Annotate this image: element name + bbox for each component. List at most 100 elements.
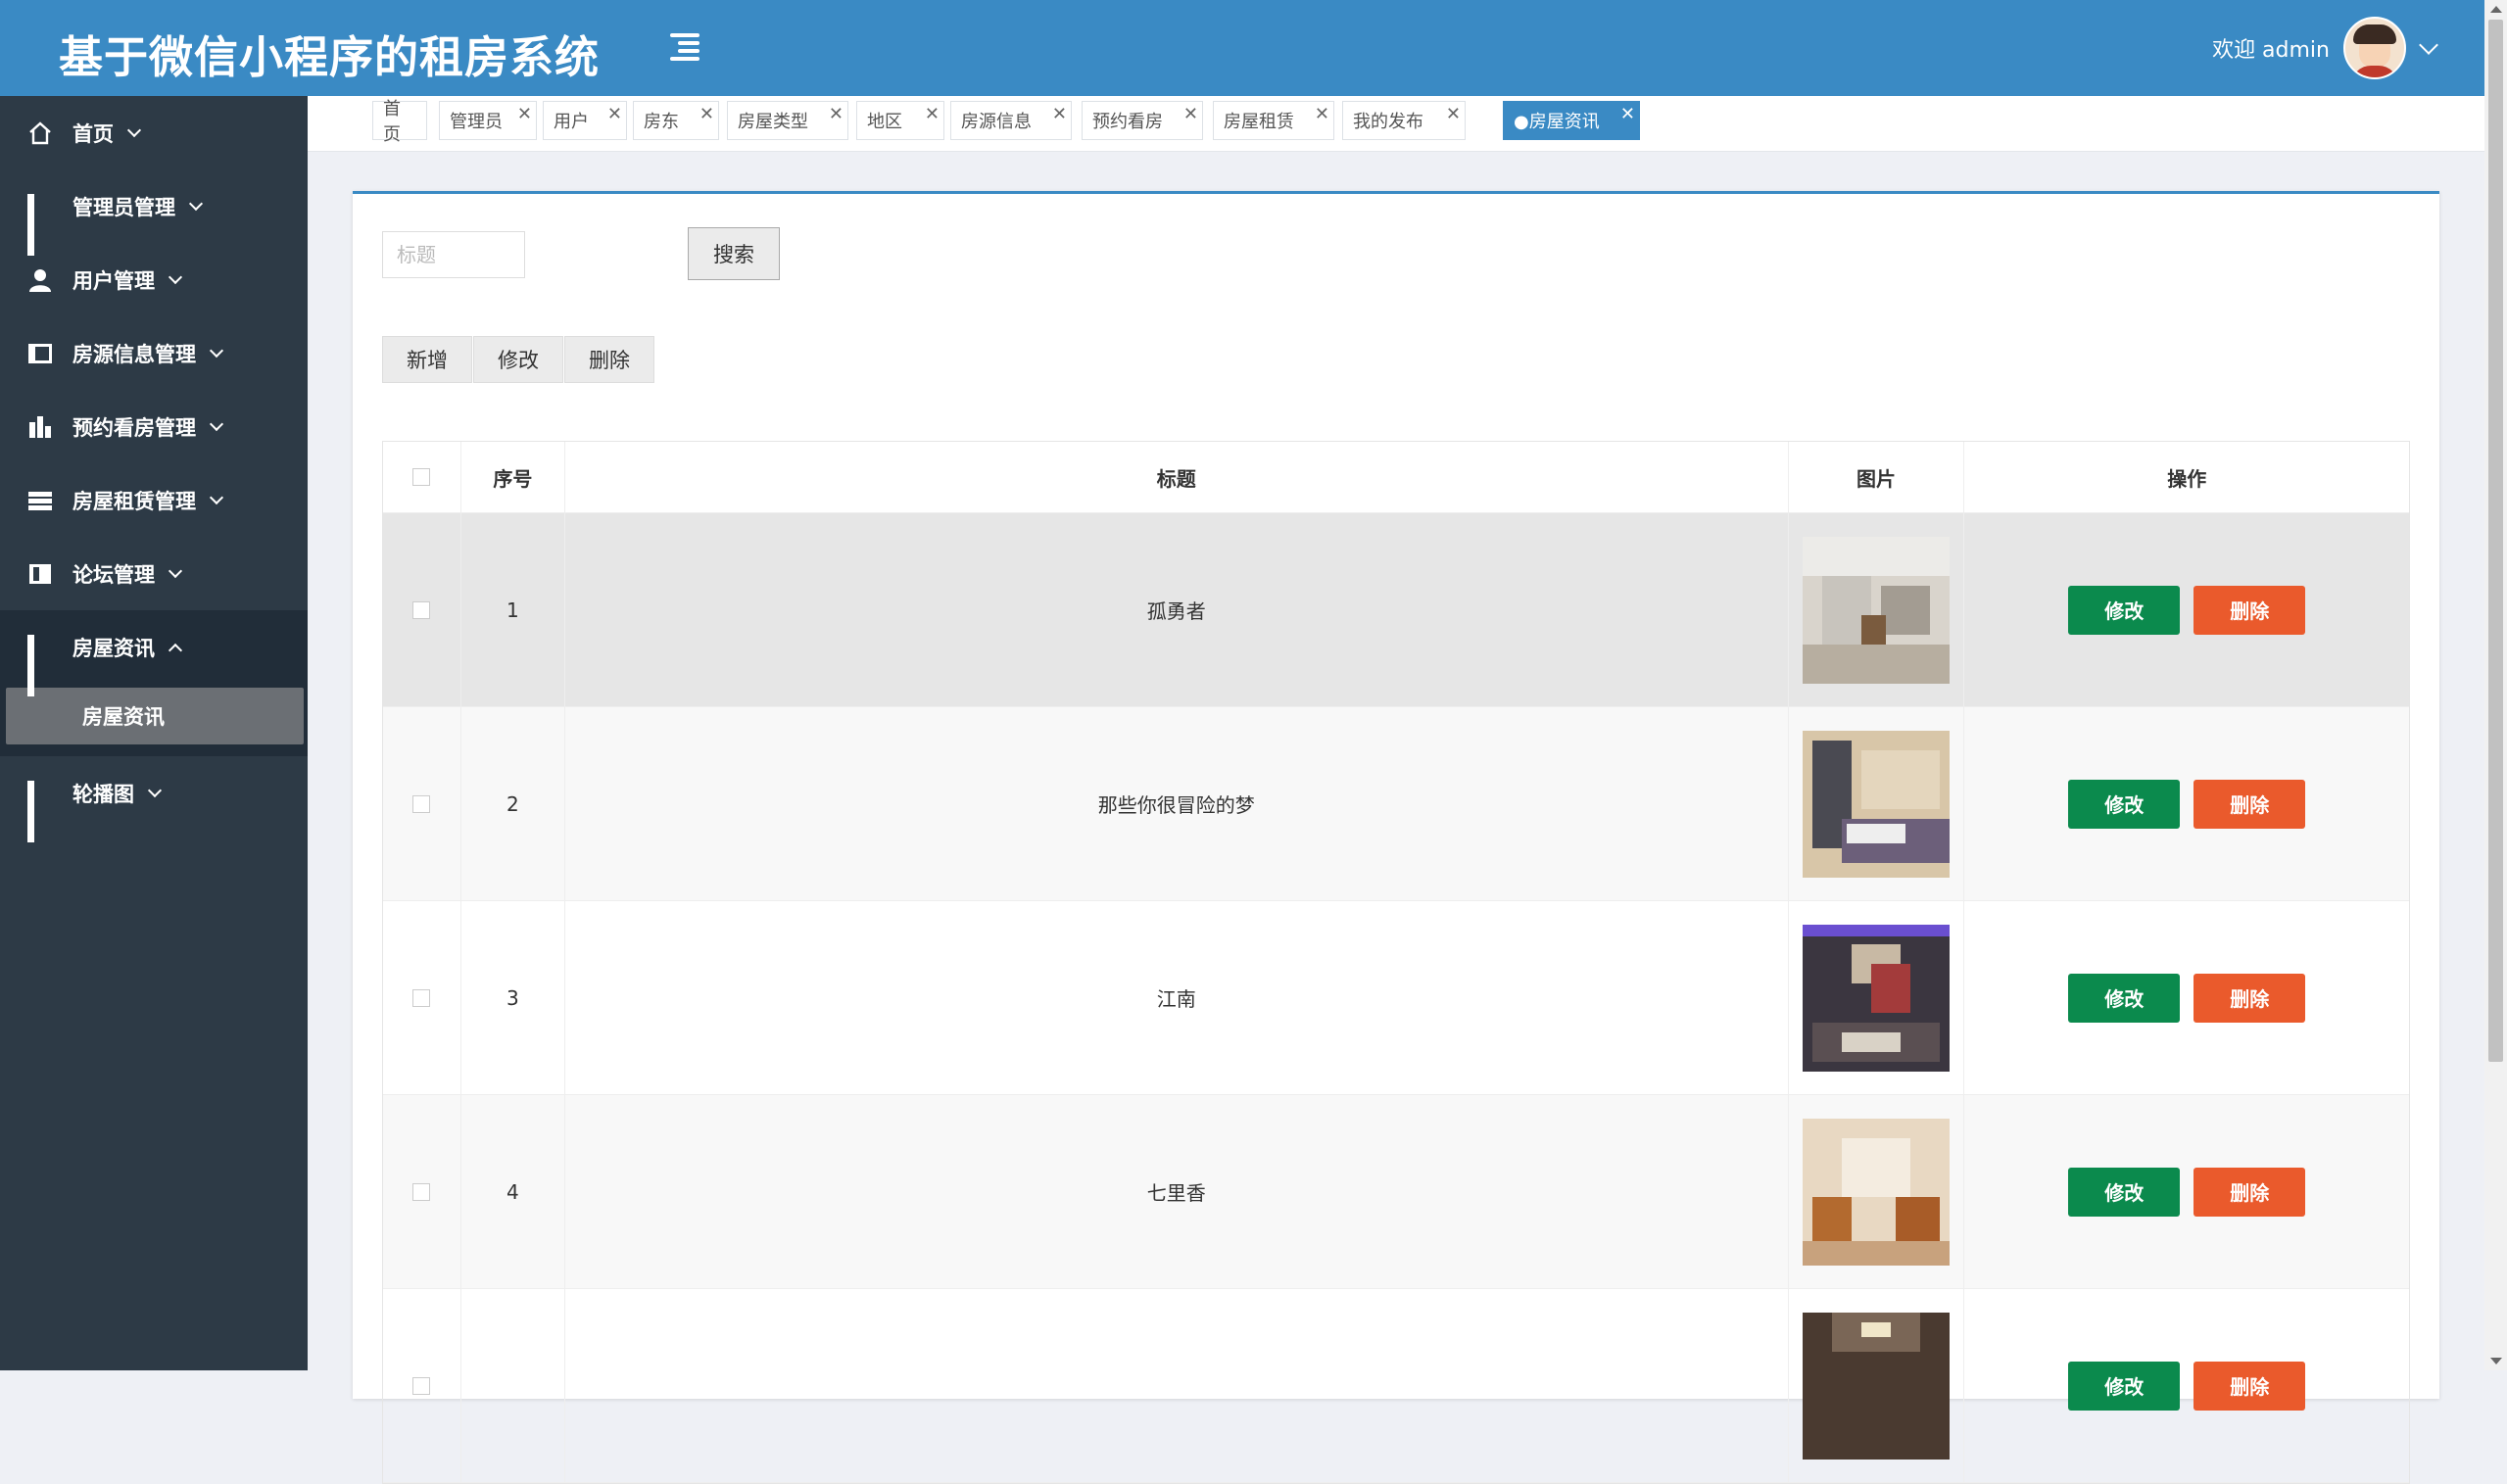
- tab-my-posts[interactable]: 我的发布 ✕: [1342, 101, 1466, 140]
- user-icon: [27, 267, 53, 293]
- sidebar-item-label: 房屋租赁管理: [72, 489, 196, 513]
- row-edit-button[interactable]: 修改: [2068, 1167, 2181, 1217]
- close-icon[interactable]: ✕: [1183, 104, 1198, 124]
- table-header: 序号 标题 图片 操作: [383, 442, 2409, 513]
- table-row[interactable]: 4 七里香 修改 删除: [383, 1095, 2409, 1289]
- sidebar-item-label: 轮播图: [72, 782, 134, 806]
- tab-listing-info[interactable]: 房源信息 ✕: [950, 101, 1072, 140]
- tab-rental[interactable]: 房屋租赁 ✕: [1213, 101, 1334, 140]
- row-number: 4: [461, 1095, 565, 1288]
- row-edit-button[interactable]: 修改: [2068, 1361, 2181, 1411]
- tab-house-type[interactable]: 房屋类型 ✕: [727, 101, 848, 140]
- welcome-text: 欢迎 admin: [2212, 38, 2330, 63]
- app-title: 基于微信小程序的租房系统: [59, 31, 601, 83]
- row-delete-button[interactable]: 删除: [2194, 585, 2306, 635]
- tab-landlord[interactable]: 房东 ✕: [633, 101, 719, 140]
- action-button-group: 新增 修改 删除: [382, 336, 655, 383]
- tab-viewing[interactable]: 预约看房 ✕: [1082, 101, 1203, 140]
- table-row[interactable]: 2 那些你很冒险的梦 修改 删除: [383, 707, 2409, 901]
- select-all-checkbox[interactable]: [412, 468, 431, 486]
- tab-news[interactable]: ●房屋资讯 ✕: [1503, 101, 1640, 140]
- sidebar-item-label: 首页: [72, 121, 114, 146]
- chevron-down-icon: [188, 196, 204, 211]
- sidebar-item-listings[interactable]: 房源信息管理: [0, 316, 308, 390]
- user-menu[interactable]: 欢迎 admin: [2212, 14, 2438, 82]
- tab-label: 房东: [644, 112, 679, 132]
- row-delete-button[interactable]: 删除: [2194, 1167, 2306, 1217]
- tab-home[interactable]: 首页: [372, 99, 427, 145]
- close-icon[interactable]: ✕: [699, 104, 714, 124]
- scroll-thumb[interactable]: [2488, 20, 2503, 1062]
- sidebar-item-label: 房屋资讯: [72, 636, 155, 660]
- sidebar-item-label: 预约看房管理: [72, 415, 196, 440]
- row-edit-button[interactable]: 修改: [2068, 585, 2181, 635]
- table-row[interactable]: 3 江南 修改 删除: [383, 901, 2409, 1095]
- search-button[interactable]: 搜索: [688, 227, 780, 280]
- row-title: [565, 1289, 1789, 1482]
- grid-icon: [27, 193, 53, 256]
- tab-user[interactable]: 用户 ✕: [543, 101, 627, 140]
- sidebar-item-news[interactable]: 房屋资讯: [0, 610, 308, 696]
- scroll-down-icon[interactable]: [2490, 1358, 2502, 1364]
- add-button[interactable]: 新增: [382, 336, 472, 383]
- column-header-ops: 操作: [2167, 466, 2207, 491]
- column-header-image: 图片: [1789, 442, 1965, 512]
- row-title: 孤勇者: [565, 513, 1789, 706]
- sidebar-item-rental[interactable]: 房屋租赁管理: [0, 463, 308, 537]
- tab-label: 管理员: [450, 112, 503, 132]
- avatar[interactable]: [2343, 17, 2406, 79]
- row-delete-button[interactable]: 删除: [2194, 973, 2306, 1023]
- chevron-down-icon: [147, 783, 163, 797]
- close-icon[interactable]: ✕: [829, 104, 844, 124]
- row-delete-button[interactable]: 删除: [2194, 779, 2306, 829]
- close-icon[interactable]: ✕: [1052, 104, 1067, 124]
- table-row[interactable]: 修改 删除: [383, 1289, 2409, 1483]
- close-icon[interactable]: ✕: [1446, 104, 1461, 124]
- chevron-down-icon[interactable]: [2419, 35, 2438, 55]
- sidebar-item-carousel[interactable]: 轮播图: [0, 756, 308, 842]
- row-checkbox[interactable]: [412, 1182, 431, 1201]
- page-scrollbar[interactable]: [2484, 0, 2507, 1370]
- close-icon[interactable]: ✕: [1620, 104, 1635, 124]
- menu-toggle-icon[interactable]: [670, 33, 699, 61]
- chevron-down-icon: [126, 122, 142, 137]
- submenu-news: 房屋资讯: [0, 684, 308, 756]
- tab-label: 房屋租赁: [1224, 112, 1294, 132]
- sidebar-item-viewing[interactable]: 预约看房管理: [0, 390, 308, 463]
- close-icon[interactable]: ✕: [607, 104, 622, 124]
- sidebar-item-users[interactable]: 用户管理: [0, 243, 308, 316]
- tab-label: 我的发布: [1353, 112, 1423, 132]
- row-number: [461, 1289, 565, 1482]
- row-checkbox[interactable]: [412, 794, 431, 813]
- title-search-input[interactable]: [382, 231, 525, 278]
- edit-button[interactable]: 修改: [473, 336, 563, 383]
- submenu-item-news[interactable]: 房屋资讯: [6, 688, 304, 744]
- close-icon[interactable]: ✕: [517, 104, 532, 124]
- row-checkbox[interactable]: [412, 600, 431, 619]
- book-icon: [27, 561, 53, 587]
- table-row[interactable]: 1 孤勇者 修改 删除: [383, 513, 2409, 707]
- row-number: 2: [461, 707, 565, 900]
- tab-label: 房屋类型: [738, 112, 808, 132]
- tab-region[interactable]: 地区 ✕: [856, 101, 944, 140]
- row-checkbox[interactable]: [412, 1376, 431, 1395]
- sidebar-item-label: 房源信息管理: [72, 342, 196, 366]
- sidebar-item-home[interactable]: 首页: [0, 96, 308, 169]
- row-checkbox[interactable]: [412, 988, 431, 1007]
- delete-button[interactable]: 删除: [564, 336, 654, 383]
- chevron-down-icon: [168, 563, 183, 578]
- sidebar-item-label: 管理员管理: [72, 195, 175, 219]
- row-number: 3: [461, 901, 565, 1094]
- row-title: 江南: [565, 901, 1789, 1094]
- tab-admin[interactable]: 管理员 ✕: [439, 101, 537, 140]
- close-icon[interactable]: ✕: [1315, 104, 1329, 124]
- row-edit-button[interactable]: 修改: [2068, 779, 2181, 829]
- bank-icon: [27, 414, 53, 440]
- sidebar-item-admin[interactable]: 管理员管理: [0, 169, 308, 256]
- sidebar-item-forum[interactable]: 论坛管理: [0, 537, 308, 610]
- row-edit-button[interactable]: 修改: [2068, 973, 2181, 1023]
- scroll-up-icon[interactable]: [2490, 6, 2502, 13]
- row-delete-button[interactable]: 删除: [2194, 1361, 2306, 1411]
- house-thumbnail: [1803, 730, 1951, 878]
- close-icon[interactable]: ✕: [925, 104, 940, 124]
